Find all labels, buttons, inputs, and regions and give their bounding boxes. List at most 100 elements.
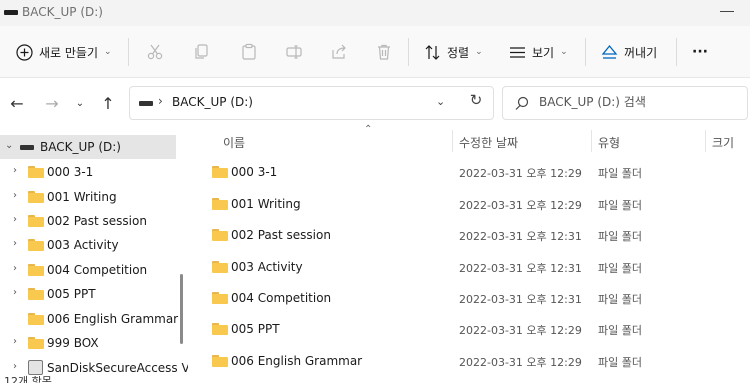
tree-item[interactable]: › 002 Past session bbox=[0, 209, 176, 233]
chevron-down-icon: ⌄ bbox=[560, 47, 568, 57]
arrow-right-icon: → bbox=[45, 93, 59, 113]
tree-item[interactable]: › 999 BOX bbox=[0, 331, 176, 355]
search-box[interactable] bbox=[502, 86, 748, 120]
column-divider[interactable] bbox=[705, 130, 706, 152]
minimize-button[interactable] bbox=[720, 11, 734, 12]
column-header-label: 이름 bbox=[223, 136, 246, 150]
file-modified: 2022-03-31 오후 12:29 bbox=[459, 356, 582, 369]
search-input[interactable] bbox=[539, 95, 739, 109]
column-divider[interactable] bbox=[452, 130, 453, 152]
new-button[interactable]: 새로 만들기 ⌄ bbox=[16, 26, 112, 78]
file-name: 004 Competition bbox=[231, 291, 332, 305]
navigation-scrollbar[interactable] bbox=[180, 274, 183, 344]
tree-item[interactable]: › 005 PPT bbox=[0, 282, 176, 306]
tree-item[interactable]: › 000 3-1 bbox=[0, 160, 176, 184]
file-type: 파일 폴더 bbox=[598, 324, 642, 337]
sort-button[interactable]: 정렬 ⌄ bbox=[424, 26, 483, 78]
folder-icon bbox=[28, 215, 44, 227]
tree-item[interactable]: 006 English Grammar bbox=[0, 307, 178, 331]
file-row[interactable]: 006 English Grammar 2022-03-31 오후 12:29 … bbox=[188, 345, 750, 376]
folder-icon bbox=[212, 323, 228, 335]
tree-item-drive[interactable]: ⌄ BACK_UP (D:) bbox=[0, 135, 176, 159]
file-row[interactable]: 000 3-1 2022-03-31 오후 12:29 파일 폴더 bbox=[188, 156, 750, 187]
file-modified: 2022-03-31 오후 12:31 bbox=[459, 293, 582, 306]
copy-button[interactable] bbox=[191, 41, 213, 63]
column-header-modified[interactable]: 수정한 날짜 bbox=[459, 128, 589, 152]
drive-icon bbox=[4, 10, 18, 15]
paste-button[interactable] bbox=[238, 41, 260, 63]
view-button[interactable]: 보기 ⌄ bbox=[509, 26, 568, 78]
chevron-down-icon: ⌄ bbox=[104, 47, 112, 57]
chevron-right-icon[interactable]: › bbox=[13, 190, 17, 201]
chevron-right-icon[interactable]: › bbox=[13, 361, 17, 372]
copy-icon bbox=[195, 44, 208, 59]
column-divider[interactable] bbox=[591, 130, 592, 152]
recent-locations-button[interactable]: ⌄ bbox=[68, 91, 92, 115]
more-icon: ··· bbox=[692, 44, 708, 60]
title-bar: BACK_UP (D:) bbox=[0, 0, 750, 26]
file-modified: 2022-03-31 오후 12:31 bbox=[459, 230, 582, 243]
folder-icon bbox=[28, 337, 44, 349]
file-type: 파일 폴더 bbox=[598, 199, 642, 212]
chevron-right-icon[interactable]: › bbox=[13, 336, 17, 347]
tree-item[interactable]: › 003 Activity bbox=[0, 233, 176, 257]
cut-button[interactable] bbox=[144, 41, 166, 63]
chevron-right-icon: › bbox=[158, 94, 163, 108]
folder-icon bbox=[28, 166, 44, 178]
toolbar-divider bbox=[676, 38, 677, 66]
tree-item-label: 001 Writing bbox=[47, 190, 117, 204]
more-options-button[interactable]: ··· bbox=[692, 26, 708, 78]
eject-button[interactable]: 꺼내기 bbox=[601, 26, 657, 78]
address-path[interactable]: BACK_UP (D:) bbox=[172, 95, 253, 109]
file-row[interactable]: 003 Activity 2022-03-31 오후 12:31 파일 폴더 bbox=[188, 251, 750, 282]
file-name: 002 Past session bbox=[231, 228, 331, 242]
address-bar[interactable]: › BACK_UP (D:) ⌄ bbox=[129, 86, 494, 120]
share-button[interactable] bbox=[328, 41, 350, 63]
file-name: 001 Writing bbox=[231, 197, 301, 211]
eject-label: 꺼내기 bbox=[624, 45, 658, 60]
chevron-down-icon[interactable]: ⌄ bbox=[5, 140, 13, 151]
tree-item[interactable]: › 004 Competition bbox=[0, 258, 176, 282]
file-row[interactable]: 005 PPT 2022-03-31 오후 12:29 파일 폴더 bbox=[188, 313, 750, 344]
sort-label: 정렬 bbox=[447, 45, 470, 60]
file-modified: 2022-03-31 오후 12:29 bbox=[459, 167, 582, 180]
file-type: 파일 폴더 bbox=[598, 293, 642, 306]
folder-icon bbox=[212, 229, 228, 241]
scissors-icon bbox=[147, 44, 163, 60]
delete-button[interactable] bbox=[373, 41, 395, 63]
chevron-right-icon[interactable]: › bbox=[13, 238, 17, 249]
chevron-right-icon[interactable]: › bbox=[13, 165, 17, 176]
trash-icon bbox=[378, 44, 390, 60]
tree-item[interactable]: › 001 Writing bbox=[0, 185, 176, 209]
file-row[interactable]: 002 Past session 2022-03-31 오후 12:31 파일 … bbox=[188, 219, 750, 250]
chevron-right-icon[interactable]: › bbox=[13, 214, 17, 225]
file-modified: 2022-03-31 오후 12:29 bbox=[459, 199, 582, 212]
file-row[interactable]: 001 Writing 2022-03-31 오후 12:29 파일 폴더 bbox=[188, 188, 750, 219]
folder-icon bbox=[212, 355, 228, 367]
column-header-name[interactable]: ⌃ 이름 bbox=[223, 124, 453, 152]
file-name: 000 3-1 bbox=[231, 165, 278, 179]
view-list-icon bbox=[510, 46, 525, 58]
toolbar-divider bbox=[128, 38, 129, 66]
refresh-button[interactable]: ↻ bbox=[466, 91, 486, 111]
tree-item-label: 000 3-1 bbox=[47, 165, 94, 179]
chevron-right-icon[interactable]: › bbox=[13, 287, 17, 298]
up-button[interactable]: ↑ bbox=[96, 91, 120, 115]
folder-icon bbox=[212, 292, 228, 304]
sort-ascending-icon: ⌃ bbox=[364, 124, 373, 135]
tree-item-label: 002 Past session bbox=[47, 214, 147, 228]
toolbar-divider bbox=[408, 38, 409, 66]
rename-button[interactable] bbox=[283, 41, 305, 63]
chevron-down-icon[interactable]: ⌄ bbox=[436, 95, 445, 108]
navigation-pane: ⌄ BACK_UP (D:) › 000 3-1 › 001 Writing ›… bbox=[0, 128, 188, 383]
file-row[interactable]: 004 Competition 2022-03-31 오후 12:31 파일 폴… bbox=[188, 282, 750, 313]
search-icon bbox=[515, 96, 529, 110]
rename-icon bbox=[286, 45, 302, 59]
back-button[interactable]: ← bbox=[5, 91, 29, 115]
chevron-right-icon[interactable]: › bbox=[13, 263, 17, 274]
file-type: 파일 폴더 bbox=[598, 356, 642, 369]
folder-icon bbox=[28, 239, 44, 251]
column-header-size[interactable]: 크기 bbox=[712, 128, 750, 152]
forward-button[interactable]: → bbox=[40, 91, 64, 115]
column-header-type[interactable]: 유형 bbox=[598, 128, 698, 152]
